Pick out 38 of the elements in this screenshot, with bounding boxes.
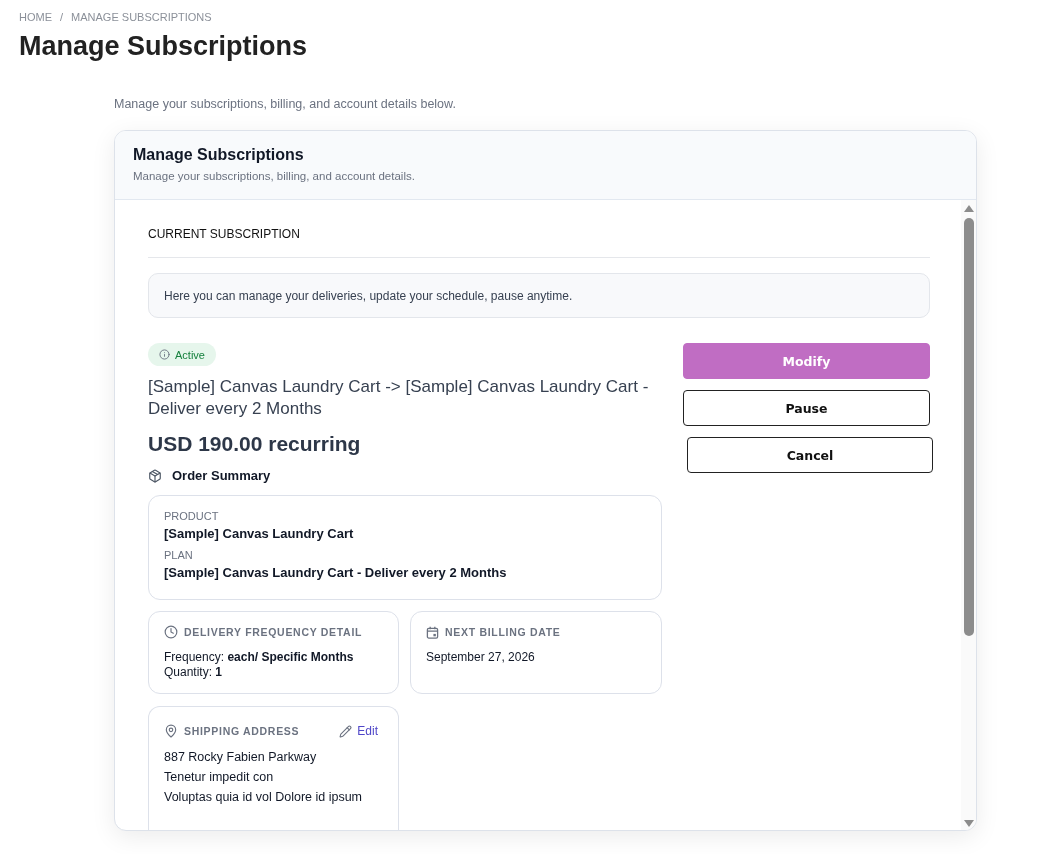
page-subtitle: Manage your subscriptions, billing, and account details below. [114, 96, 456, 112]
card-heading: NEXT BILLING DATE [445, 625, 561, 639]
section-title: Order Summary [172, 467, 271, 485]
scrollbar-thumb[interactable] [963, 218, 974, 636]
page-title: Manage Subscriptions [19, 30, 308, 62]
breadcrumb-separator: / [60, 10, 64, 24]
product-title: [Sample] Canvas Laundry Cart -> [Sample] Canvas Laundry Cart - Deliver every 2 Months [148, 376, 650, 420]
calendar-icon [426, 625, 439, 639]
card-heading: DELIVERY FREQUENCY DETAIL [184, 625, 363, 639]
card-heading: SHIPPING ADDRESS [184, 724, 300, 738]
map-pin-icon [164, 724, 178, 738]
detail-text: Frequency: each/ Specific Months [164, 650, 354, 665]
address-line: Tenetur impedit con [164, 769, 274, 786]
action-button[interactable]: Pause [683, 390, 930, 426]
box-icon [148, 469, 162, 483]
detail-text: Quantity: 1 [164, 665, 223, 680]
action-button[interactable]: Cancel [687, 437, 933, 473]
field-label: PLAN [164, 548, 193, 563]
scroll-up-icon[interactable] [963, 205, 974, 212]
breadcrumb-current: MANAGE SUBSCRIPTIONS [71, 10, 212, 24]
status-label: Active [175, 348, 205, 361]
edit-link[interactable]: Edit [339, 724, 378, 738]
field-value: [Sample] Canvas Laundry Cart - Deliver every 2 Months [164, 564, 507, 582]
info-icon [159, 349, 170, 360]
card-title: Manage Subscriptions [133, 145, 304, 165]
section-heading: CURRENT SUBSCRIPTION [148, 226, 300, 242]
scrollbar-track[interactable] [961, 200, 976, 830]
notice-banner: Here you can manage your deliveries, update your schedule, pause anytime. [148, 273, 930, 318]
billing-date: September 27, 2026 [426, 650, 535, 665]
scroll-down-icon[interactable] [963, 820, 974, 827]
card-subtitle: Manage your subscriptions, billing, and account details. [133, 169, 415, 184]
pencil-icon [339, 724, 353, 738]
address-line: 887 Rocky Fabien Parkway [164, 749, 317, 766]
field-value: [Sample] Canvas Laundry Cart [164, 525, 354, 543]
field-label: PRODUCT [164, 509, 219, 524]
price-text: USD 190.00 recurring [148, 431, 361, 457]
clock-icon [164, 625, 178, 639]
address-line: Voluptas quia id vol Dolore id ipsum [164, 789, 363, 806]
